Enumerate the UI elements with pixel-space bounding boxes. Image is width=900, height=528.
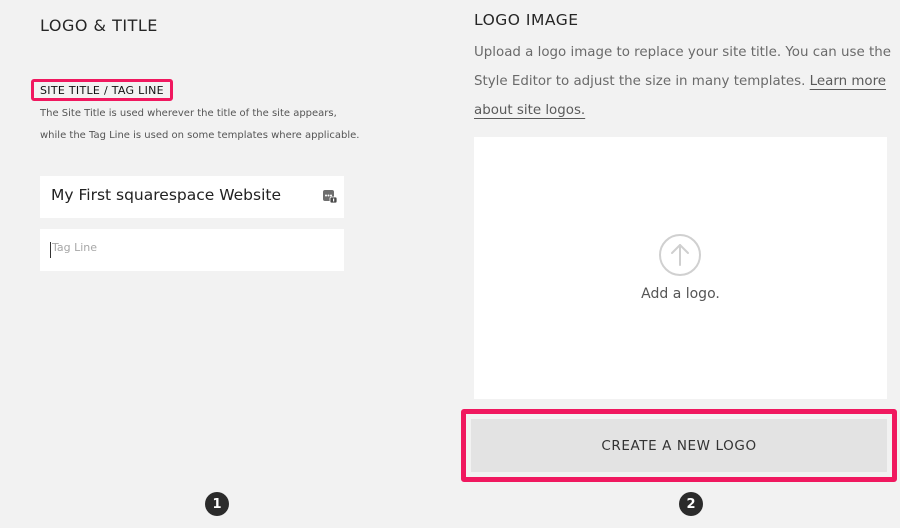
text-options-icon[interactable] (322, 188, 338, 204)
logo-image-panel: LOGO IMAGE Upload a logo image to replac… (460, 0, 900, 528)
logo-image-description: Upload a logo image to replace your site… (474, 38, 894, 125)
tag-line-input[interactable] (52, 241, 312, 254)
logo-upload-dropzone[interactable]: Add a logo. (474, 137, 887, 399)
create-new-logo-button[interactable]: CREATE A NEW LOGO (471, 419, 887, 472)
create-logo-highlight: CREATE A NEW LOGO (461, 409, 897, 482)
logo-image-heading: LOGO IMAGE (474, 11, 579, 29)
step-1-badge: 1 (205, 492, 229, 516)
site-title-value: My First squarespace Website (51, 186, 282, 204)
site-title-tagline-label: SITE TITLE / TAG LINE (31, 79, 173, 101)
step-2-badge: 2 (679, 492, 703, 516)
site-title-field[interactable]: My First squarespace Website (40, 176, 344, 218)
logo-title-heading: LOGO & TITLE (40, 16, 158, 35)
text-cursor (50, 242, 51, 258)
add-logo-label: Add a logo. (641, 286, 720, 302)
tag-line-field[interactable] (40, 229, 344, 271)
logo-title-panel: LOGO & TITLE SITE TITLE / TAG LINE The S… (0, 0, 420, 528)
upload-arrow-icon (659, 234, 701, 276)
site-title-description: The Site Title is used wherever the titl… (40, 108, 360, 141)
